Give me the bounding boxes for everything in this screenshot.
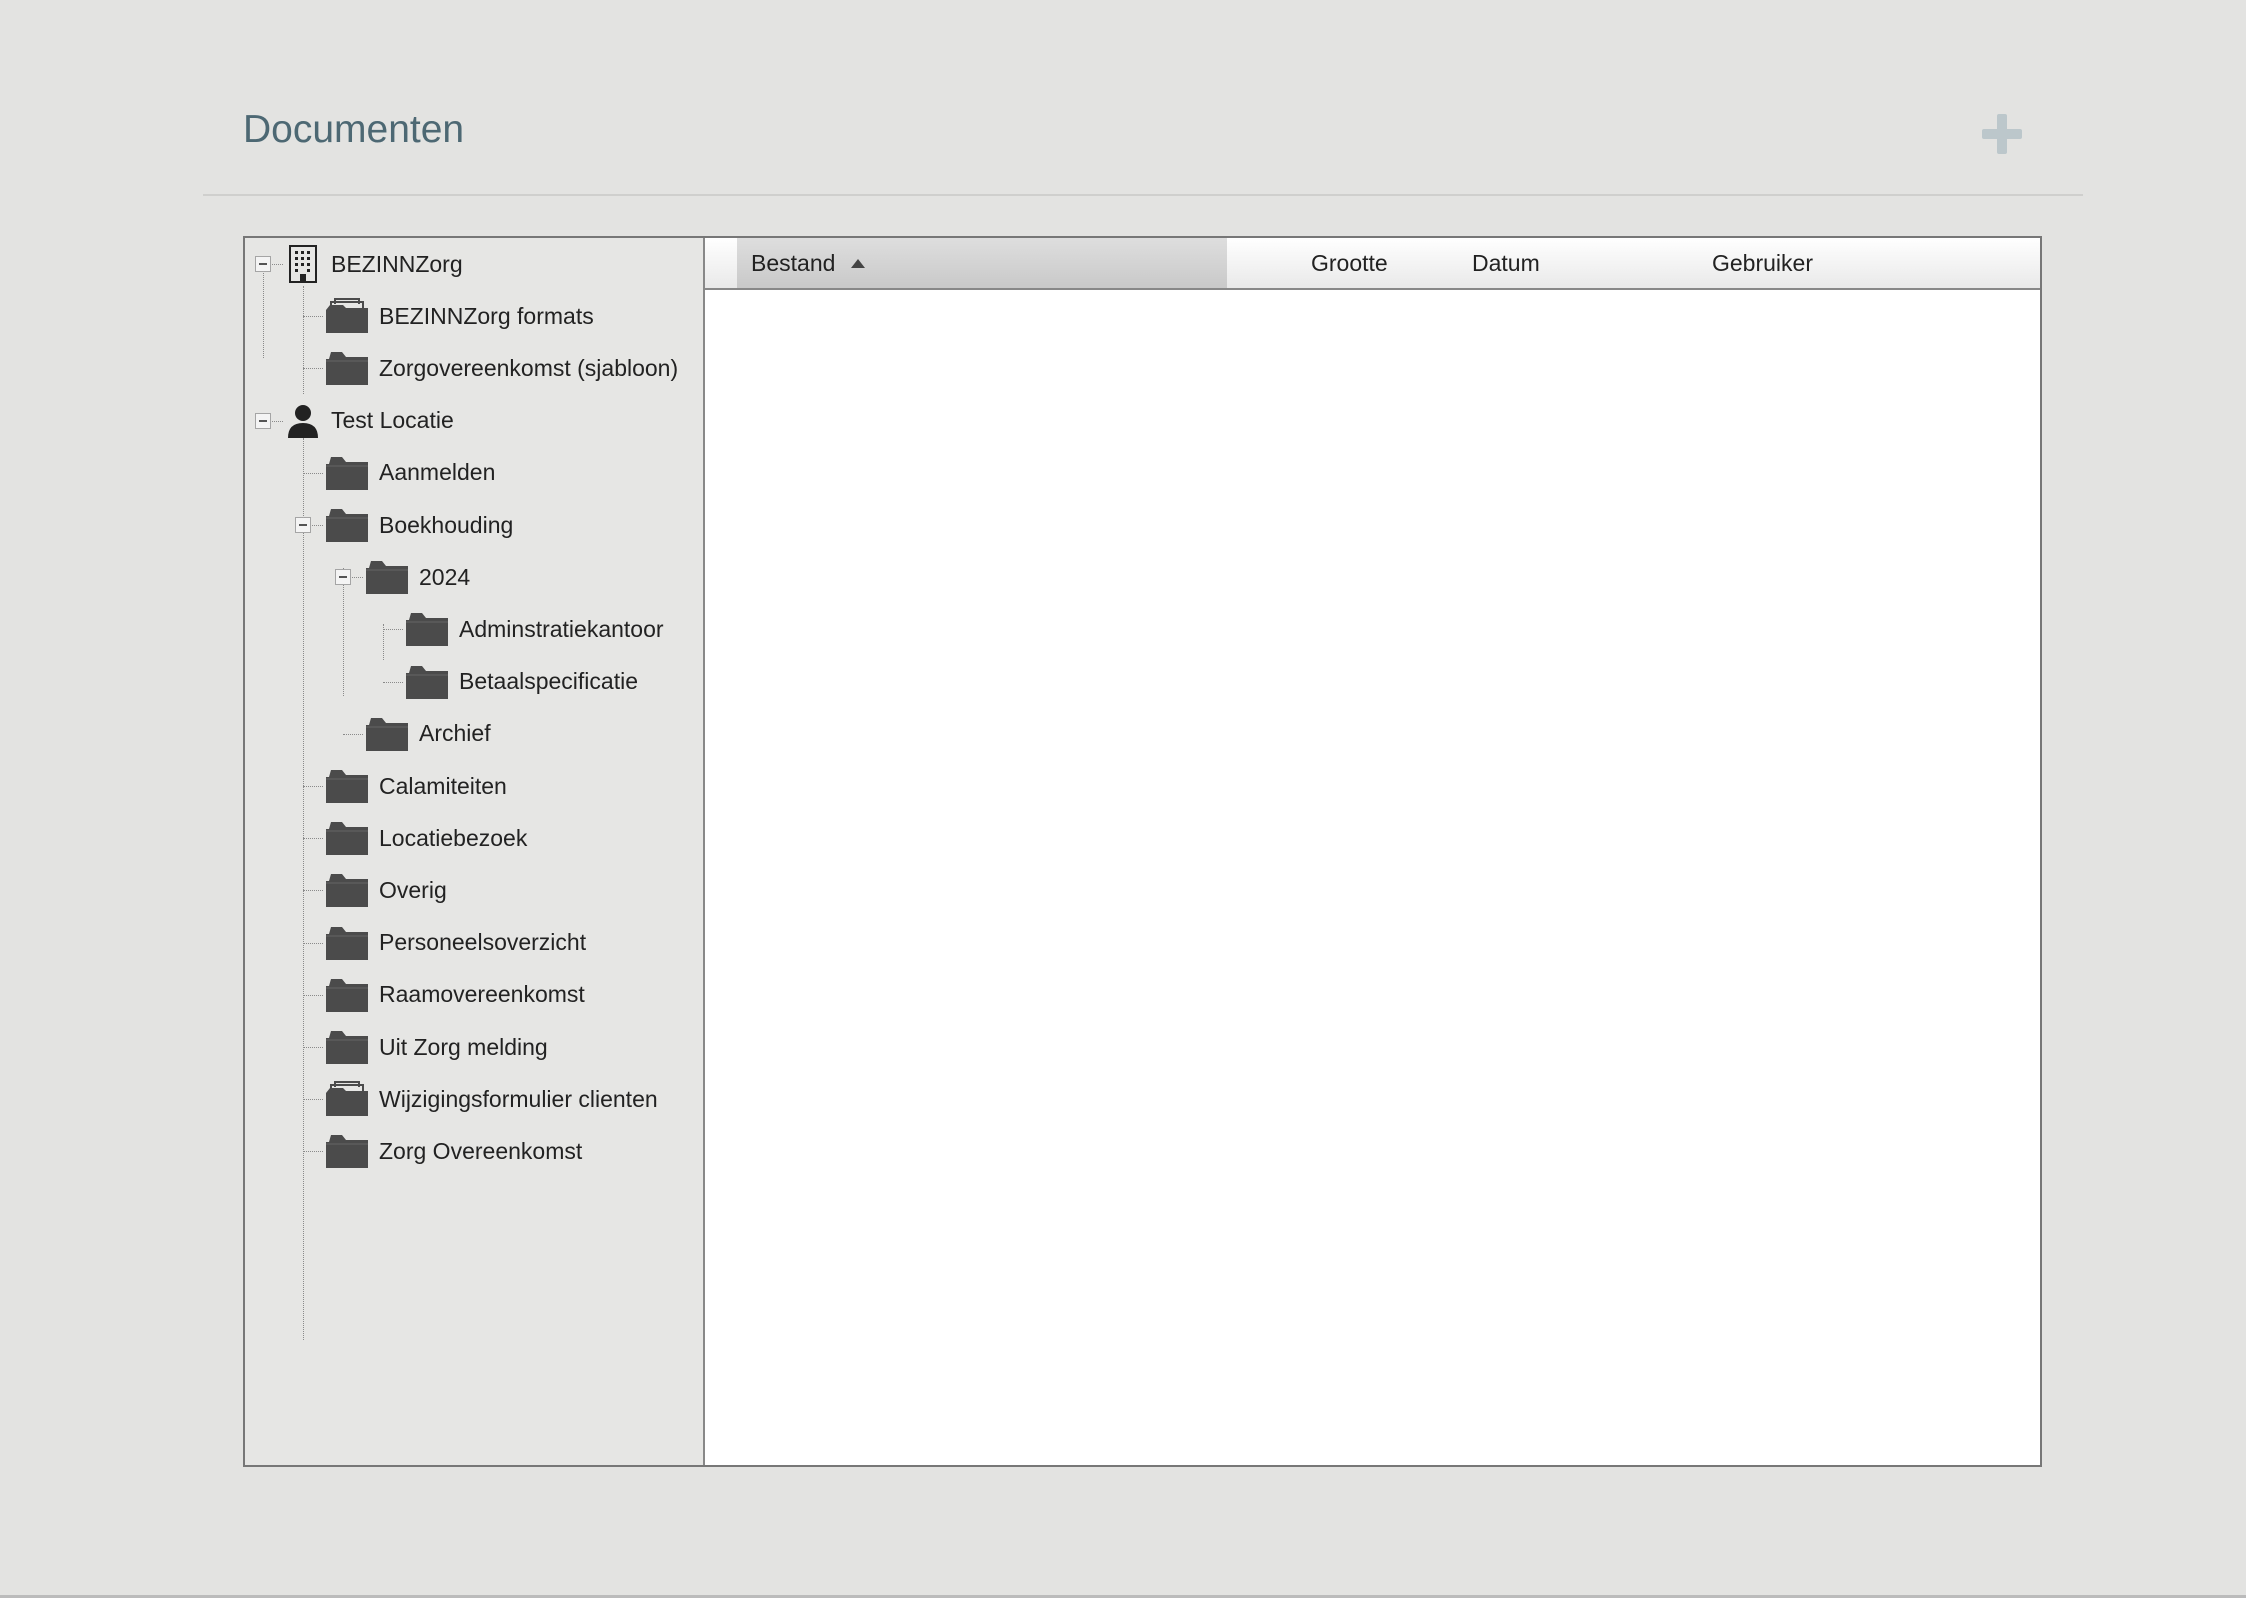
folder-icon xyxy=(405,664,449,700)
stacked-folder-icon xyxy=(325,298,369,334)
building-icon xyxy=(285,244,321,284)
folder-icon xyxy=(405,611,449,647)
column-header-grootte[interactable]: Grootte xyxy=(1311,238,1451,288)
tree-connector-line xyxy=(303,890,323,892)
tree-item-overig[interactable]: Overig xyxy=(325,870,447,910)
folder-icon xyxy=(325,350,369,386)
tree-guide-line xyxy=(303,286,304,394)
tree-item-label: BEZINNZorg xyxy=(331,250,463,277)
folder-icon xyxy=(325,1133,369,1169)
tree-item-2024[interactable]: 2024 xyxy=(365,557,470,597)
column-label: Grootte xyxy=(1311,249,1388,276)
column-header-gebruiker[interactable]: Gebruiker xyxy=(1712,238,2012,288)
page-title: Documenten xyxy=(243,108,465,151)
tree-item-label: Wijzigingsformulier clienten xyxy=(379,1085,658,1112)
collapse-toggle-test-locatie[interactable] xyxy=(255,412,271,429)
tree-item-label: Archief xyxy=(419,720,491,747)
grid-body xyxy=(705,290,2040,1465)
column-header-bestand[interactable]: Bestand xyxy=(737,238,1227,288)
folder-icon xyxy=(325,872,369,908)
folder-icon xyxy=(325,507,369,543)
tree-item-calamiteiten[interactable]: Calamiteiten xyxy=(325,766,507,806)
sort-ascending-icon xyxy=(851,258,866,268)
tree-connector-line xyxy=(383,681,403,683)
tree-item-label: Aanmelden xyxy=(379,459,496,486)
tree-item-label: BEZINNZorg formats xyxy=(379,302,594,329)
tree-item-bezinnzorg-formats[interactable]: BEZINNZorg formats xyxy=(325,296,594,336)
tree-item-wijzigingsformulier-clienten[interactable]: Wijzigingsformulier clienten xyxy=(325,1079,658,1119)
tree-connector-line xyxy=(303,316,323,318)
tree-item-locatiebezoek[interactable]: Locatiebezoek xyxy=(325,818,527,858)
folder-tree: BEZINNZorg BEZINNZorg formats Zorgovereenk… xyxy=(245,238,705,1465)
tree-guide-line xyxy=(343,568,344,696)
tree-item-label: Adminstratiekantoor xyxy=(459,615,664,642)
add-document-button[interactable] xyxy=(1982,114,2022,154)
folder-icon xyxy=(325,820,369,856)
tree-guide-line xyxy=(303,438,304,1340)
tree-item-test-locatie[interactable]: Test Locatie xyxy=(285,401,454,441)
tree-guide-line xyxy=(263,268,264,358)
tree-item-label: Calamiteiten xyxy=(379,772,507,799)
grid-header: Bestand Grootte Datum Gebruiker xyxy=(705,238,2040,290)
column-label: Gebruiker xyxy=(1712,249,1813,276)
tree-item-personeelsoverzicht[interactable]: Personeelsoverzicht xyxy=(325,923,586,963)
tree-item-uit-zorg-melding[interactable]: Uit Zorg melding xyxy=(325,1027,548,1067)
folder-icon xyxy=(325,977,369,1013)
tree-connector-line xyxy=(343,733,363,735)
collapse-toggle-2024[interactable] xyxy=(335,569,351,586)
tree-connector-line xyxy=(303,942,323,944)
tree-connector-line xyxy=(303,994,323,996)
folder-icon xyxy=(325,768,369,804)
tree-item-zorgovereenkomst-sjabloon[interactable]: Zorgovereenkomst (sjabloon) xyxy=(325,348,678,388)
tree-connector-line xyxy=(303,1099,323,1101)
documents-panel: BEZINNZorg BEZINNZorg formats Zorgovereenk… xyxy=(243,236,2042,1467)
tree-item-label: Uit Zorg melding xyxy=(379,1033,548,1060)
column-header-datum[interactable]: Datum xyxy=(1472,238,1672,288)
folder-icon xyxy=(365,559,409,595)
collapse-toggle-boekhouding[interactable] xyxy=(295,517,311,533)
tree-item-aanmelden[interactable]: Aanmelden xyxy=(325,453,495,493)
file-grid: Bestand Grootte Datum Gebruiker xyxy=(705,238,2040,1465)
stacked-folder-icon xyxy=(325,1081,369,1117)
tree-item-label: Betaalspecificatie xyxy=(459,668,638,695)
folder-icon xyxy=(325,925,369,961)
collapse-toggle-bezinnzorg[interactable] xyxy=(255,256,271,272)
tree-connector-line xyxy=(303,368,323,370)
folder-icon xyxy=(365,716,409,752)
folder-icon xyxy=(325,455,369,491)
folder-icon xyxy=(325,1029,369,1065)
tree-connector-line xyxy=(303,472,323,474)
tree-item-label: Boekhouding xyxy=(379,511,514,538)
tree-item-label: 2024 xyxy=(419,563,471,590)
tree-item-label: Locatiebezoek xyxy=(379,824,528,851)
tree-item-label: Raamovereenkomst xyxy=(379,981,585,1008)
column-label: Bestand xyxy=(751,249,836,276)
tree-connector-line xyxy=(383,629,403,631)
tree-connector-line xyxy=(303,838,323,840)
tree-item-adminstratiekantoor[interactable]: Adminstratiekantoor xyxy=(405,609,664,649)
tree-item-zorg-overeenkomst[interactable]: Zorg Overeenkomst xyxy=(325,1131,582,1171)
tree-item-label: Zorg Overeenkomst xyxy=(379,1137,583,1164)
person-icon xyxy=(285,401,321,441)
tree-item-bezinnzorg[interactable]: BEZINNZorg xyxy=(285,244,463,284)
column-label: Datum xyxy=(1472,249,1540,276)
header-divider xyxy=(203,194,2083,196)
tree-item-label: Personeelsoverzicht xyxy=(379,929,587,956)
tree-connector-line xyxy=(303,786,323,787)
tree-item-label: Test Locatie xyxy=(331,407,454,434)
tree-item-label: Overig xyxy=(379,876,447,903)
tree-item-label: Zorgovereenkomst (sjabloon) xyxy=(379,354,679,381)
tree-item-boekhouding[interactable]: Boekhouding xyxy=(325,505,513,545)
tree-item-raamovereenkomst[interactable]: Raamovereenkomst xyxy=(325,975,585,1015)
tree-connector-line xyxy=(303,1047,323,1048)
tree-connector-line xyxy=(303,1151,323,1153)
tree-item-archief[interactable]: Archief xyxy=(365,714,491,754)
tree-item-betaalspecificatie[interactable]: Betaalspecificatie xyxy=(405,662,638,702)
